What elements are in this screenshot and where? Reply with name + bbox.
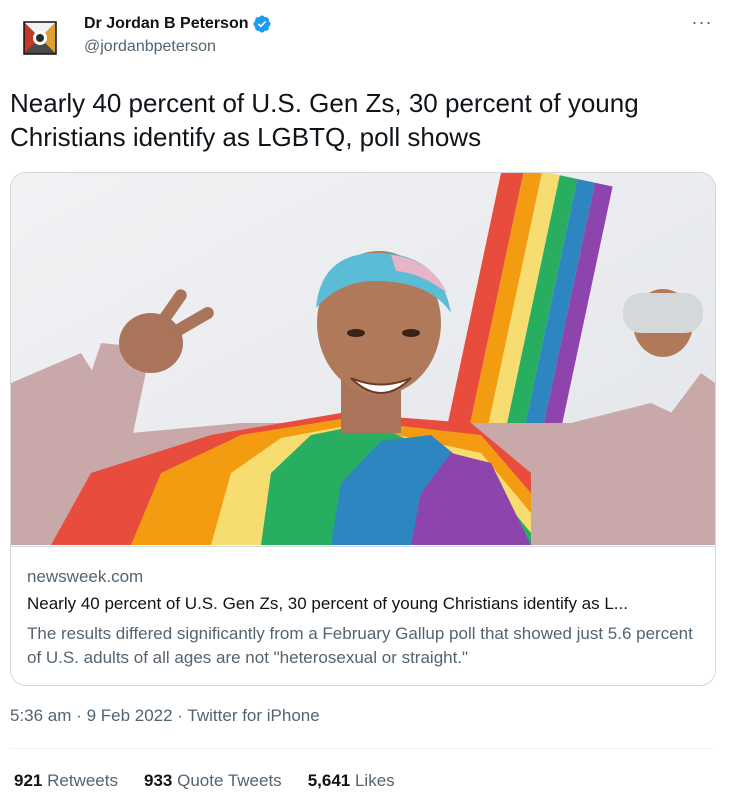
author-handle[interactable]: @jordanbpeterson — [84, 38, 272, 56]
author-display-name[interactable]: Dr Jordan B Peterson — [84, 15, 248, 33]
card-title: Nearly 40 percent of U.S. Gen Zs, 30 per… — [27, 594, 628, 613]
tweet-date[interactable]: 9 Feb 2022 — [87, 706, 173, 725]
separator: · — [177, 706, 183, 725]
retweets-stat[interactable]: 921 Retweets — [14, 771, 118, 791]
likes-count: 5,641 — [307, 771, 351, 790]
link-card[interactable]: newsweek.com Nearly 40 percent of U.S. G… — [10, 172, 716, 686]
card-domain: newsweek.com — [27, 567, 144, 586]
tweet-source[interactable]: Twitter for iPhone — [187, 706, 319, 725]
retweets-label: Retweets — [47, 771, 118, 790]
separator: · — [76, 706, 82, 725]
divider — [10, 748, 714, 749]
quotes-label: Quote Tweets — [177, 771, 282, 790]
more-options-icon[interactable]: ··· — [684, 10, 720, 40]
card-photo[interactable] — [11, 173, 715, 545]
tweet-timestamp-row: 5:36 am · 9 Feb 2022 · Twitter for iPhon… — [10, 706, 320, 726]
likes-stat[interactable]: 5,641 Likes — [308, 771, 395, 791]
author-block: Dr Jordan B Peterson @jordanbpeterson — [84, 14, 272, 56]
avatar[interactable] — [16, 14, 64, 62]
photo-illustration — [11, 173, 715, 545]
tweet-header: Dr Jordan B Peterson @jordanbpeterson ··… — [12, 10, 720, 66]
tweet-time[interactable]: 5:36 am — [10, 706, 71, 725]
engagement-stats: 921 Retweets 933 Quote Tweets 5,641 Like… — [14, 771, 395, 791]
quotes-count: 933 — [143, 771, 173, 790]
card-meta: newsweek.com Nearly 40 percent of U.S. G… — [11, 546, 715, 685]
emblem-avatar-icon — [16, 14, 64, 62]
quote-tweets-stat[interactable]: 933 Quote Tweets — [144, 771, 282, 791]
card-description: The results differed significantly from … — [27, 624, 693, 667]
tweet-text: Nearly 40 percent of U.S. Gen Zs, 30 per… — [10, 88, 639, 152]
retweets-count: 921 — [14, 771, 43, 790]
verified-badge-icon — [252, 14, 272, 34]
likes-label: Likes — [354, 771, 395, 790]
